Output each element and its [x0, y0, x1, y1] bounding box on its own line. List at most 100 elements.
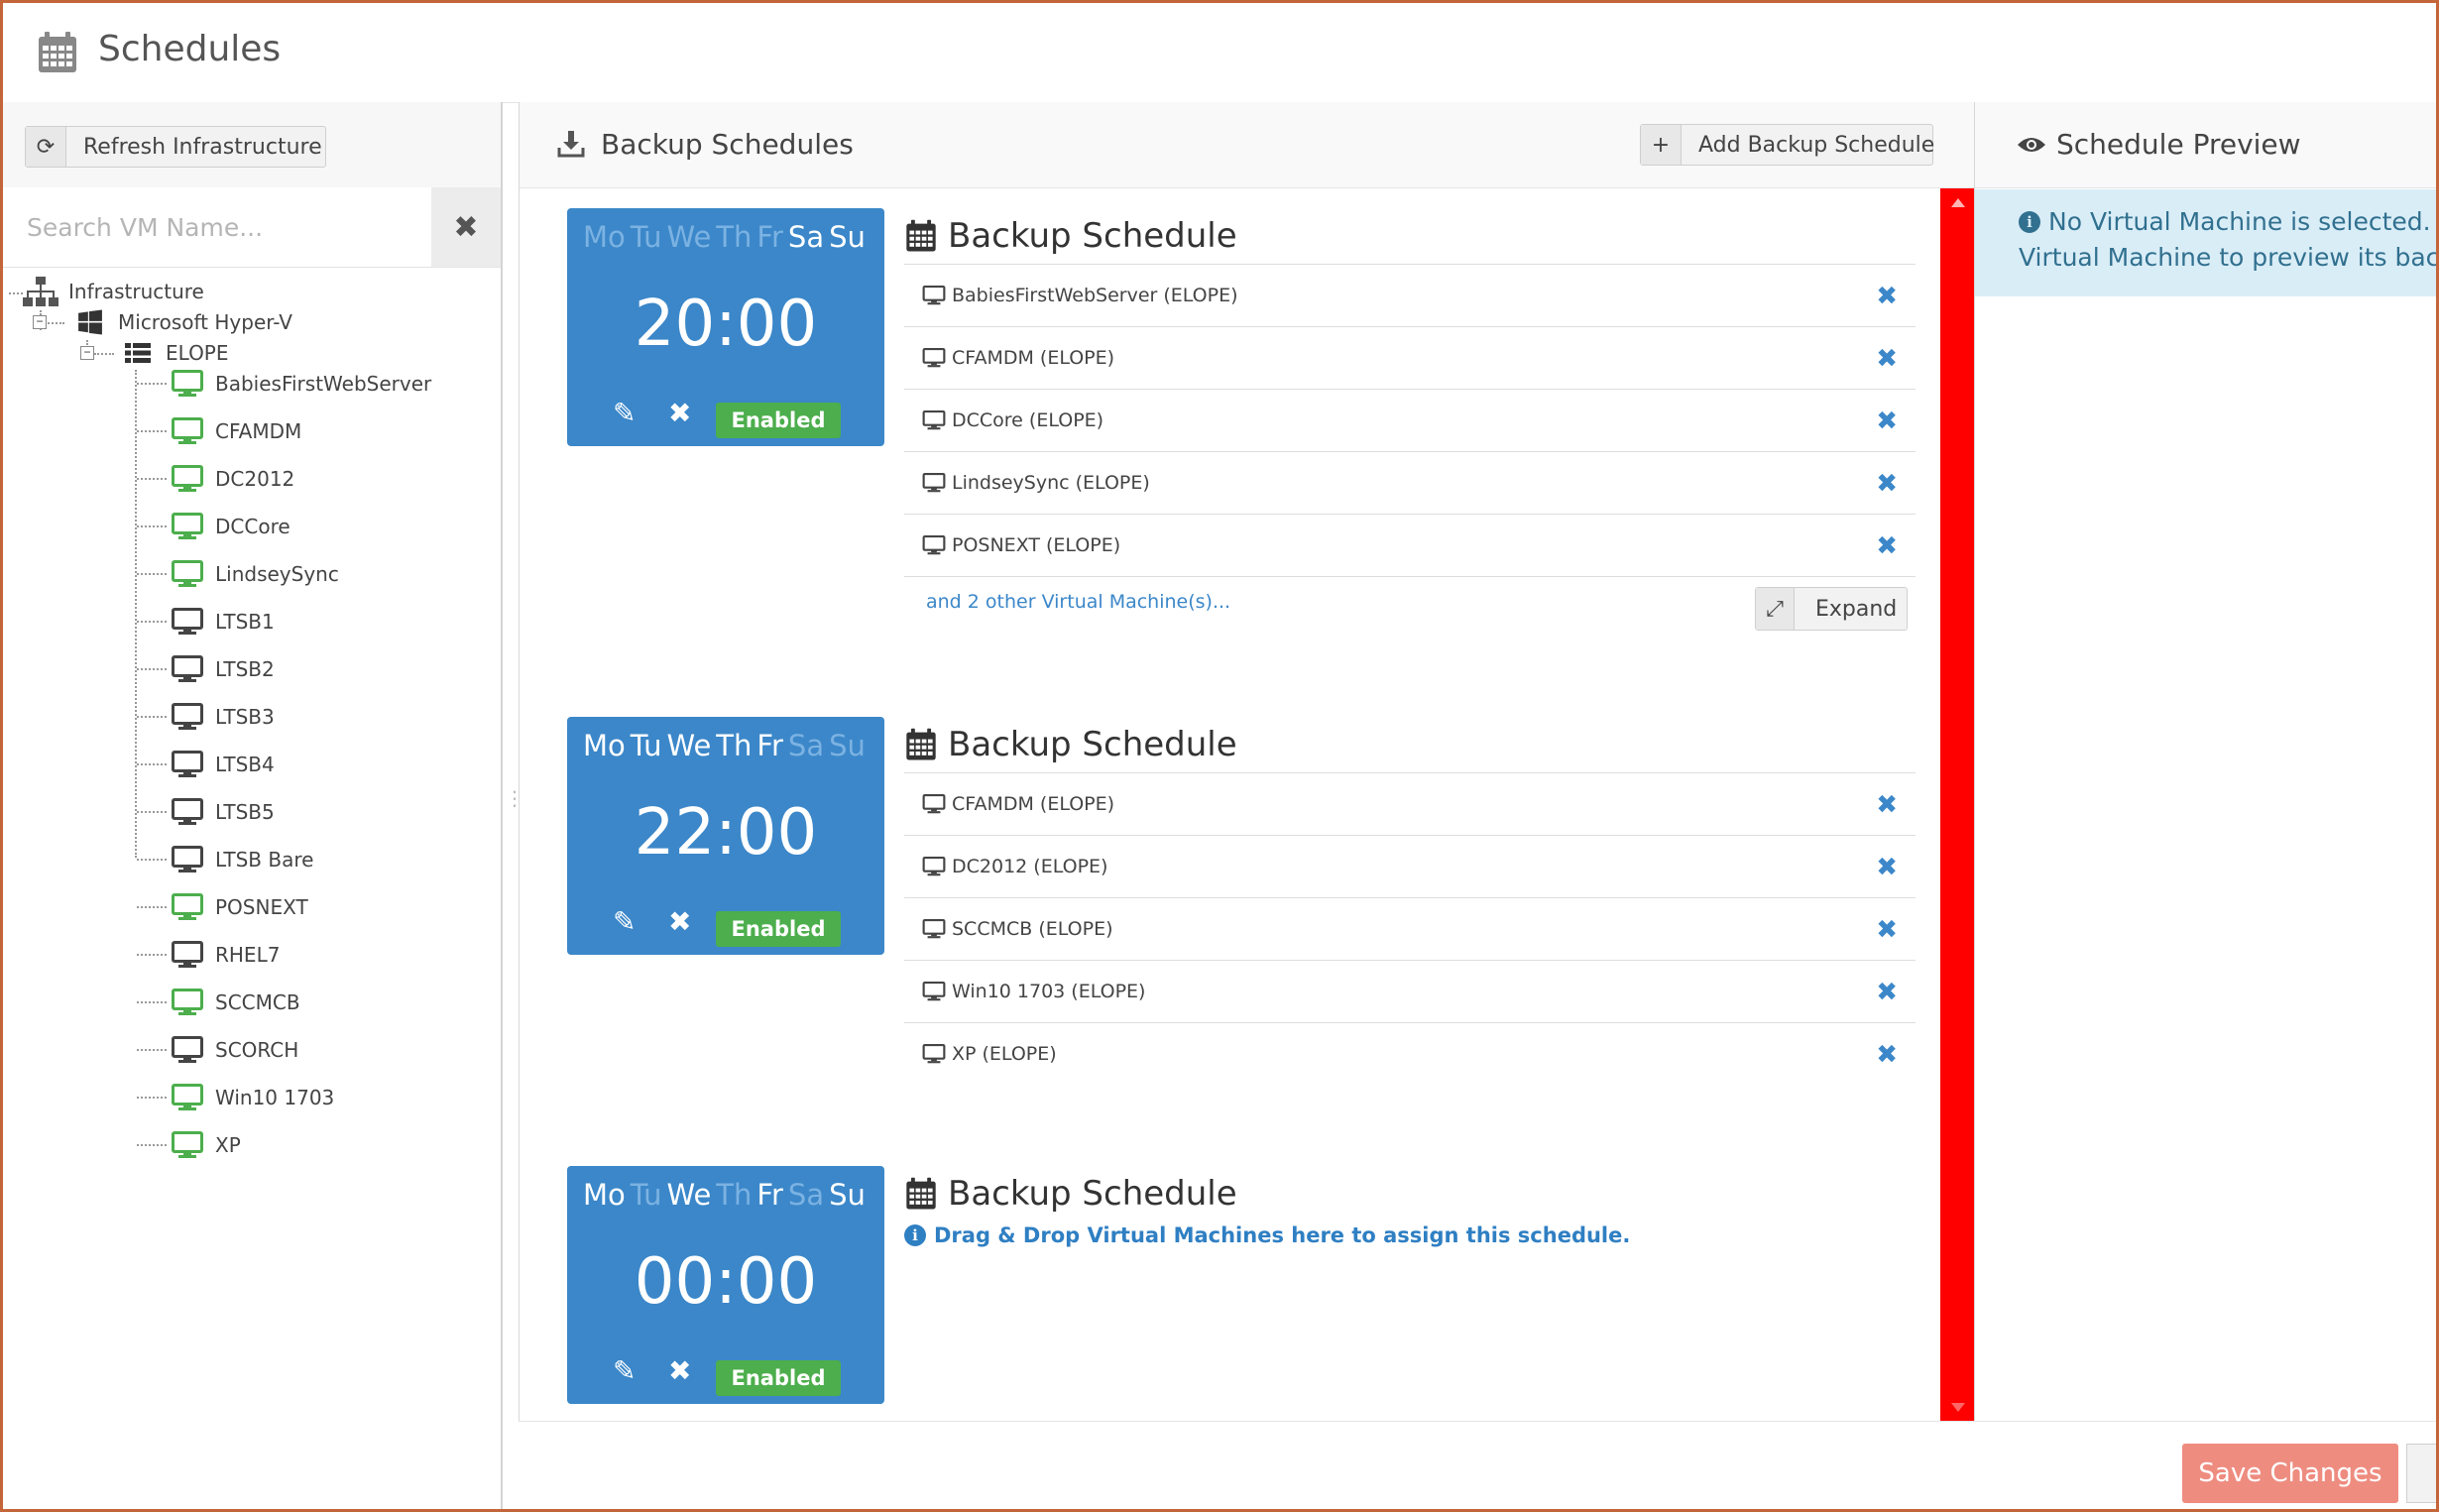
remove-x-icon: ✖: [668, 398, 692, 428]
tree-label: LTSB5: [215, 800, 275, 824]
tree-label: DC2012: [215, 467, 295, 491]
assigned-vm-row[interactable]: DC2012 (ELOPE) ✖: [904, 835, 1916, 897]
monitor-icon: [922, 410, 946, 430]
edit-schedule-button[interactable]: ✎: [613, 397, 636, 429]
vm-name: DCCore (ELOPE): [952, 409, 1104, 431]
tree-vm-item[interactable]: DC2012: [170, 463, 294, 495]
assigned-vm-row[interactable]: CFAMDM (ELOPE) ✖: [904, 326, 1916, 389]
info-icon: i: [2019, 210, 2040, 233]
add-backup-schedule-button[interactable]: + Add Backup Schedule: [1640, 124, 1934, 166]
schedule-tile[interactable]: Mo Tu We Th Fr Sa Su 22:00 ✎ ✖ Enabled: [567, 717, 884, 955]
alert-text: No Virtual Machine is selected. P: [2048, 207, 2439, 236]
monitor-icon: [170, 749, 205, 780]
status-badge[interactable]: Enabled: [716, 911, 841, 947]
more-vms-row: and 2 other Virtual Machine(s)... ⤢ Expand: [904, 576, 1916, 637]
tree-vm-item[interactable]: LTSB5: [170, 796, 275, 828]
tree-vm-item[interactable]: SCCMCB: [170, 987, 300, 1018]
scroll-up-arrow[interactable]: [1951, 198, 1965, 207]
tree-vm-item[interactable]: LTSB Bare: [170, 844, 313, 875]
vm-name: DC2012 (ELOPE): [952, 856, 1108, 877]
close-icon: ✖: [453, 210, 479, 244]
tree-node-hyperv[interactable]: Microsoft Hyper-V: [72, 306, 292, 338]
panel-splitter[interactable]: ⋮: [505, 786, 524, 826]
more-vms-link[interactable]: and 2 other Virtual Machine(s)...: [926, 591, 1230, 613]
collapse-toggle[interactable]: −: [33, 315, 47, 329]
schedule-tile[interactable]: Mo Tu We Th Fr Sa Su 20:00 ✎ ✖ Enabled: [567, 208, 884, 446]
monitor-icon: [170, 987, 205, 1018]
tree-label: LTSB2: [215, 657, 275, 681]
day-we: We: [666, 220, 712, 254]
infrastructure-panel: ⟳ Refresh Infrastructure ✖ Infrastructur…: [3, 102, 503, 1509]
tree-vm-item[interactable]: CFAMDM: [170, 415, 301, 447]
delete-schedule-button[interactable]: ✖: [668, 905, 691, 938]
remove-vm-button[interactable]: ✖: [1876, 790, 1898, 820]
tree-label: LTSB1: [215, 610, 275, 634]
schedule-time: 22:00: [634, 796, 818, 870]
collapse-toggle[interactable]: −: [80, 346, 94, 360]
remove-vm-button[interactable]: ✖: [1876, 915, 1898, 945]
remove-vm-button[interactable]: ✖: [1876, 407, 1898, 436]
tree-label: Infrastructure: [68, 280, 204, 303]
secondary-button[interactable]: [2406, 1444, 2436, 1503]
tree-vm-item[interactable]: SCORCH: [170, 1034, 298, 1066]
infrastructure-tree: Infrastructure − Microsoft Hyper-V − ELO…: [3, 271, 499, 1361]
status-badge[interactable]: Enabled: [716, 403, 841, 438]
save-changes-button[interactable]: Save Changes: [2182, 1444, 2398, 1503]
tree-vm-item[interactable]: POSNEXT: [170, 891, 308, 923]
delete-schedule-button[interactable]: ✖: [668, 397, 691, 429]
assigned-vm-row[interactable]: BabiesFirstWebServer (ELOPE) ✖: [904, 264, 1916, 326]
backup-schedules-header: Backup Schedules + Add Backup Schedule: [520, 102, 1975, 188]
delete-schedule-button[interactable]: ✖: [668, 1354, 691, 1387]
expand-icon: ⤢: [1756, 588, 1795, 630]
monitor-icon: [170, 368, 205, 400]
assigned-vm-row[interactable]: POSNEXT (ELOPE) ✖: [904, 514, 1916, 576]
tree-vm-item[interactable]: RHEL7: [170, 939, 280, 971]
edit-schedule-button[interactable]: ✎: [613, 1354, 636, 1387]
remove-vm-button[interactable]: ✖: [1876, 978, 1898, 1007]
expand-button[interactable]: ⤢ Expand: [1755, 587, 1908, 631]
clear-search-button[interactable]: ✖: [431, 187, 501, 268]
monitor-icon: [922, 982, 946, 1001]
scrollbar[interactable]: [1940, 188, 1975, 1422]
tree-vm-item[interactable]: Win10 1703: [170, 1082, 334, 1113]
assigned-vm-row[interactable]: XP (ELOPE) ✖: [904, 1022, 1916, 1085]
tree-vm-item[interactable]: DCCore: [170, 511, 290, 542]
tree-node-infrastructure[interactable]: Infrastructure: [23, 276, 204, 307]
assigned-vm-row[interactable]: Win10 1703 (ELOPE) ✖: [904, 960, 1916, 1022]
remove-vm-button[interactable]: ✖: [1876, 469, 1898, 499]
remove-vm-button[interactable]: ✖: [1876, 344, 1898, 374]
remove-vm-button[interactable]: ✖: [1876, 1040, 1898, 1070]
edit-schedule-button[interactable]: ✎: [613, 905, 636, 938]
tree-vm-item[interactable]: LTSB2: [170, 653, 275, 685]
tree-vm-item[interactable]: LTSB3: [170, 701, 275, 733]
schedule-heading: Backup Schedule: [904, 1166, 1237, 1221]
assigned-vm-row[interactable]: CFAMDM (ELOPE) ✖: [904, 772, 1916, 835]
vm-name: POSNEXT (ELOPE): [952, 534, 1121, 556]
scroll-down-arrow[interactable]: [1951, 1403, 1965, 1412]
tree-vm-item[interactable]: XP: [170, 1129, 241, 1161]
assigned-vm-row[interactable]: LindseySync (ELOPE) ✖: [904, 451, 1916, 514]
status-badge[interactable]: Enabled: [716, 1360, 841, 1396]
tree-vm-item[interactable]: LindseySync: [170, 558, 339, 590]
refresh-infrastructure-button[interactable]: ⟳ Refresh Infrastructure: [25, 126, 326, 168]
remove-vm-button[interactable]: ✖: [1876, 853, 1898, 882]
assigned-vm-row[interactable]: DCCore (ELOPE) ✖: [904, 389, 1916, 451]
plus-icon: +: [1641, 125, 1682, 165]
monitor-icon: [170, 558, 205, 590]
schedules-scroll-area[interactable]: Mo Tu We Th Fr Sa Su 20:00 ✎ ✖ Enabled Backup Sched…: [520, 187, 1975, 1423]
tree-label: CFAMDM: [215, 419, 302, 443]
monitor-icon: [922, 286, 946, 305]
tree-vm-item[interactable]: LTSB1: [170, 606, 275, 638]
remove-x-icon: ✖: [668, 906, 692, 937]
remove-vm-button[interactable]: ✖: [1876, 531, 1898, 561]
footer-bar: Save Changes: [519, 1421, 2436, 1509]
monitor-icon: [170, 463, 205, 495]
vm-name: SCCMCB (ELOPE): [952, 918, 1113, 940]
tree-vm-item[interactable]: LTSB4: [170, 749, 275, 780]
tree-vm-item[interactable]: BabiesFirstWebServer: [170, 368, 431, 400]
tree-node-host[interactable]: ELOPE: [120, 337, 229, 369]
schedule-tile[interactable]: Mo Tu We Th Fr Sa Su 00:00 ✎ ✖ Enabled: [567, 1166, 884, 1404]
assigned-vm-row[interactable]: SCCMCB (ELOPE) ✖: [904, 897, 1916, 960]
remove-vm-button[interactable]: ✖: [1876, 282, 1898, 311]
search-vm-input[interactable]: [3, 187, 431, 267]
